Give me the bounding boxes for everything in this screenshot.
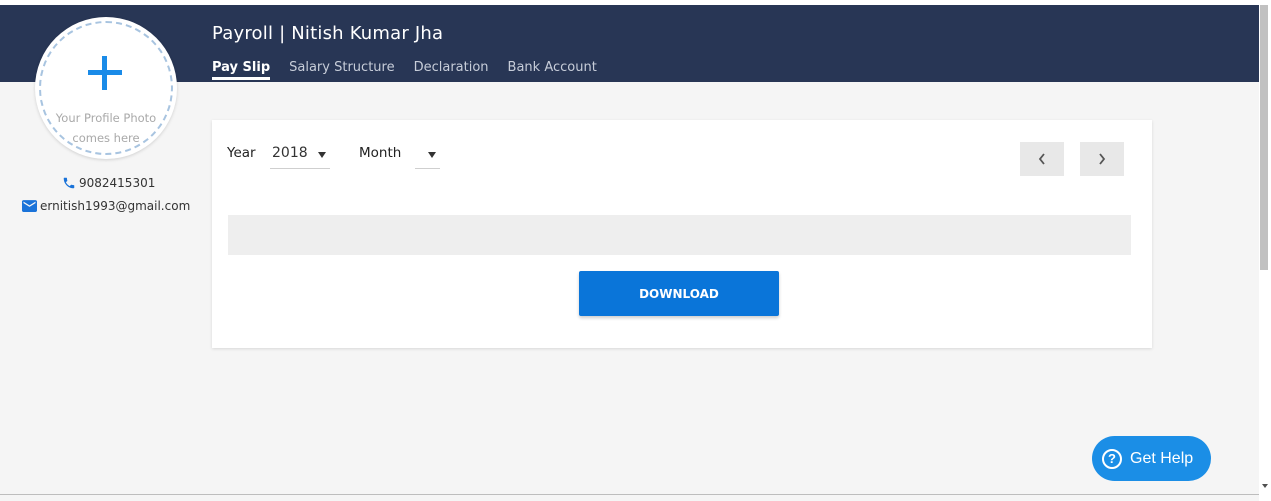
tab-declaration[interactable]: Declaration: [414, 60, 489, 80]
month-select[interactable]: [415, 140, 440, 169]
get-help-label: Get Help: [1130, 449, 1194, 467]
tab-salary-structure[interactable]: Salary Structure: [289, 60, 394, 80]
month-label: Month: [359, 145, 402, 161]
bottom-divider: [0, 494, 1259, 495]
chevron-left-icon: [1038, 153, 1045, 165]
app-header: [0, 5, 1259, 82]
email-contact: ernitish1993@gmail.com: [22, 199, 190, 213]
prev-button[interactable]: [1020, 142, 1064, 176]
phone-contact: 9082415301: [62, 176, 155, 190]
phone-icon: [63, 177, 75, 189]
tab-bar: Pay Slip Salary Structure Declaration Ba…: [212, 60, 597, 80]
scrollbar-thumb[interactable]: [1260, 5, 1268, 270]
photo-placeholder-line1: Your Profile Photo: [55, 111, 157, 125]
download-button[interactable]: DOWNLOAD: [579, 271, 779, 316]
phone-number: 9082415301: [79, 176, 156, 190]
page-title: Payroll | Nitish Kumar Jha: [212, 23, 444, 44]
chevron-down-icon: [318, 152, 326, 158]
payslip-content-area: [228, 215, 1131, 255]
plus-icon[interactable]: [88, 56, 122, 90]
profile-photo-placeholder: Your Profile Photo comes here: [35, 108, 177, 148]
payslip-card: Year 2018 Month DOWNLOAD: [212, 120, 1152, 348]
tab-bank-account[interactable]: Bank Account: [508, 60, 597, 80]
year-select[interactable]: 2018: [270, 140, 330, 169]
tab-pay-slip[interactable]: Pay Slip: [212, 60, 271, 80]
chevron-down-icon: [428, 152, 436, 158]
next-button[interactable]: [1080, 142, 1124, 176]
scroll-down-arrow-icon[interactable]: [1262, 484, 1268, 488]
year-label: Year: [227, 145, 256, 161]
get-help-button[interactable]: ? Get Help: [1092, 436, 1211, 481]
photo-placeholder-line2: comes here: [72, 131, 140, 145]
question-circle-icon: ?: [1102, 448, 1122, 469]
email-address: ernitish1993@gmail.com: [40, 199, 191, 213]
mail-icon: [22, 200, 37, 212]
chevron-right-icon: [1099, 153, 1106, 165]
year-value: 2018: [272, 145, 308, 161]
profile-photo-upload[interactable]: Your Profile Photo comes here: [35, 17, 177, 159]
